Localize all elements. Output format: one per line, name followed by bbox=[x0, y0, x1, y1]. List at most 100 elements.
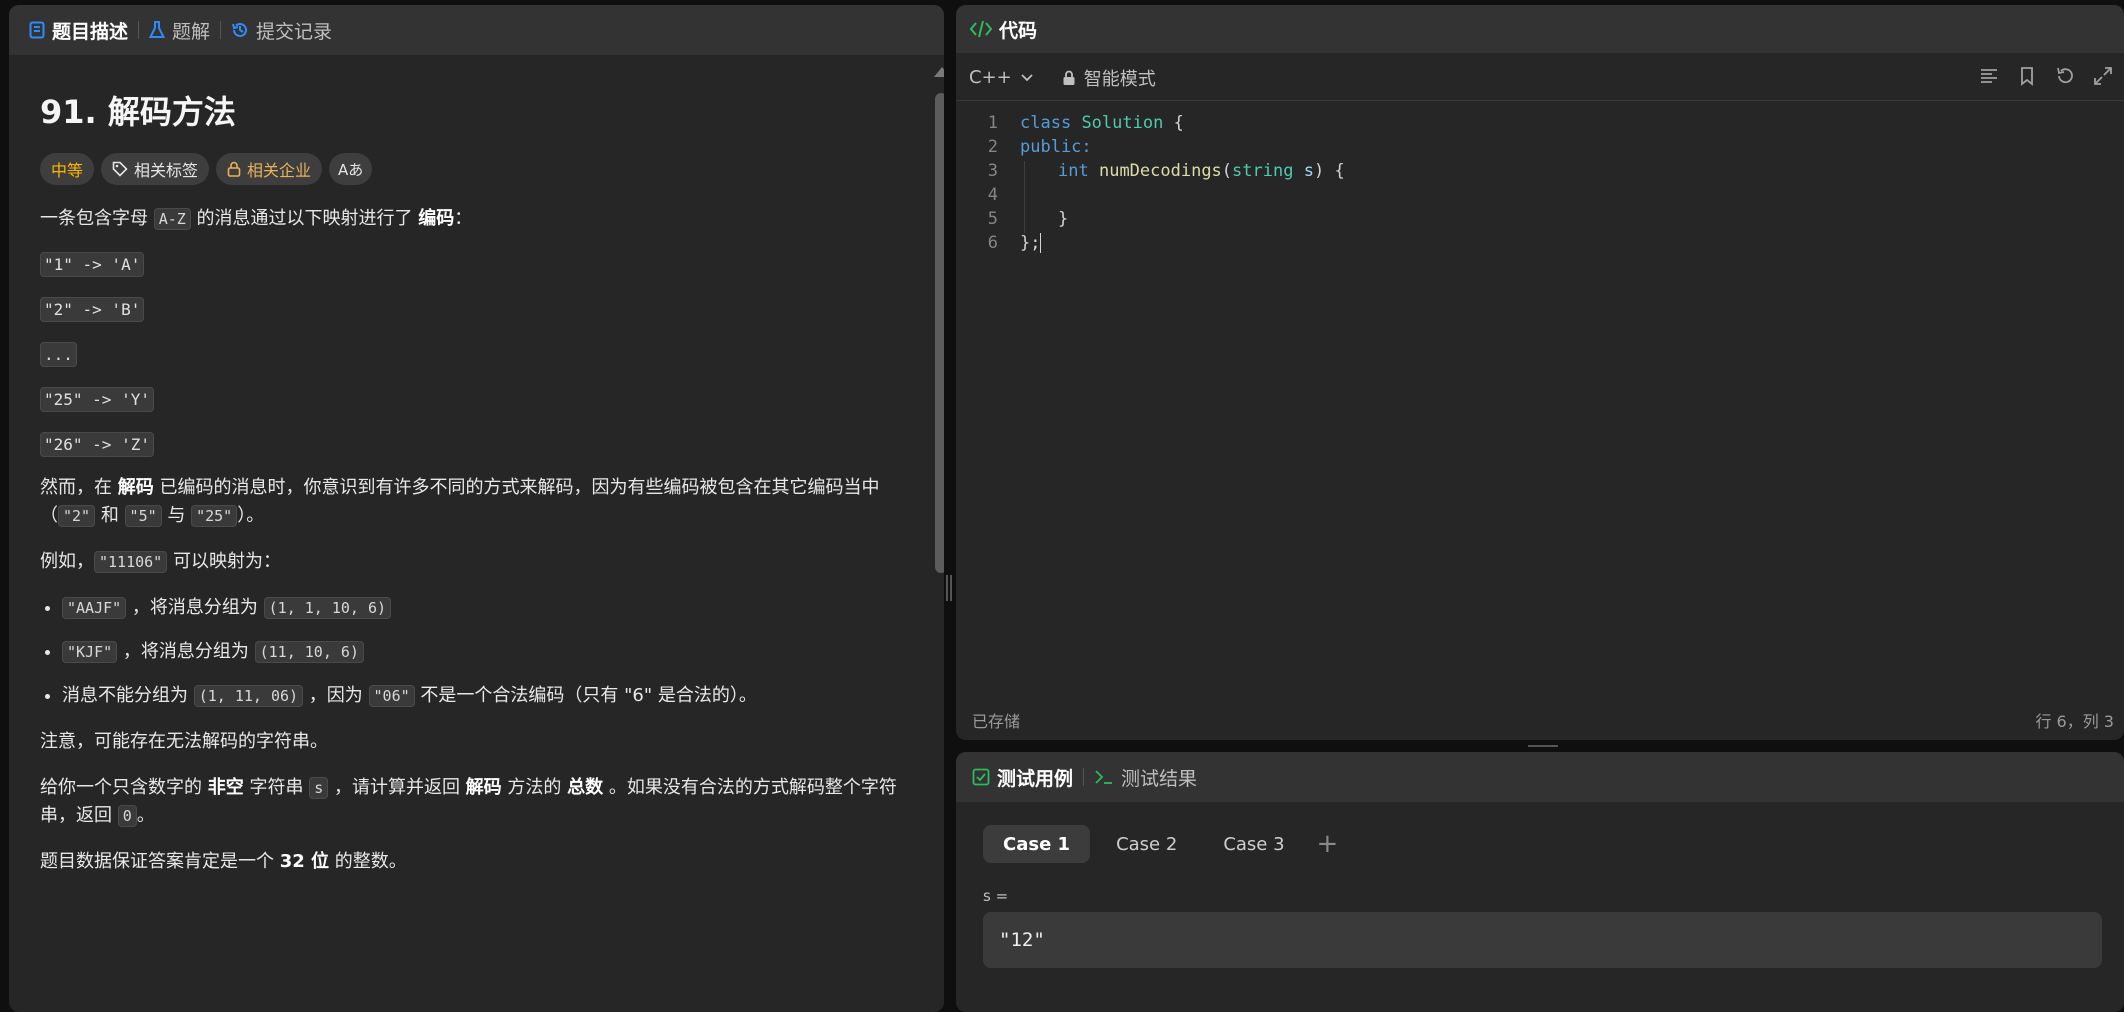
bold-text: 编码 bbox=[418, 208, 455, 229]
keyword: public: bbox=[1020, 137, 1092, 157]
description-tabbar: 题目描述 题解 提交记录 bbox=[9, 5, 944, 55]
tag-icon bbox=[112, 161, 128, 177]
checkbox-icon bbox=[972, 768, 990, 786]
text: 方法的 bbox=[501, 777, 568, 798]
text: 的整数。 bbox=[329, 851, 407, 872]
code-line: class Solution { bbox=[1020, 113, 1184, 133]
mapping-line: "25" -> 'Y' bbox=[40, 387, 913, 412]
problem-title: 91. 解码方法 bbox=[40, 93, 236, 131]
list-item: "AAJF" ，将消息分组为 (1, 1, 10, 6) bbox=[62, 594, 913, 622]
text: 可以映射为： bbox=[167, 551, 281, 572]
tab-submissions[interactable]: 提交记录 bbox=[221, 5, 342, 55]
bookmark-icon[interactable] bbox=[2016, 65, 2038, 87]
language-select[interactable]: C++ bbox=[956, 67, 1034, 88]
text: 的消息通过以下映射进行了 bbox=[190, 208, 419, 229]
text: 给你一个只含数字的 bbox=[40, 777, 208, 798]
text: 题目数据保证答案肯定是一个 bbox=[40, 851, 280, 872]
line-number: 5 bbox=[987, 209, 998, 229]
punct: { bbox=[1163, 113, 1184, 133]
editor-toolbar: C++ 智能模式 bbox=[956, 55, 2124, 101]
inline-code: (1, 1, 10, 6) bbox=[263, 597, 392, 619]
tab-test-results-label: 测试结果 bbox=[1121, 767, 1198, 790]
tab-testcases[interactable]: 测试用例 bbox=[956, 752, 1083, 802]
mapping-code: "2" -> 'B' bbox=[40, 297, 145, 322]
text: ： bbox=[454, 208, 473, 229]
code-panel: 代码 C++ 智能模式 1 2 3 4 5 6 class Solution {… bbox=[956, 5, 2124, 740]
editor-tools bbox=[1978, 65, 2114, 87]
case-tab[interactable]: Case 2 bbox=[1096, 825, 1197, 863]
document-icon bbox=[29, 21, 45, 39]
tab-testcases-label: 测试用例 bbox=[997, 767, 1074, 790]
line-number: 6 bbox=[987, 233, 998, 253]
problem-content: 91. 解码方法 中等 相关标签 相关企业 Aあ 一条包含字母 A-Z 的消息通… bbox=[33, 55, 913, 894]
text: 。 bbox=[136, 805, 155, 826]
example-list: "AAJF" ，将消息分组为 (1, 1, 10, 6) "KJF" ，将消息分… bbox=[40, 594, 913, 710]
code-editor[interactable]: 1 2 3 4 5 6 class Solution { public: int… bbox=[956, 105, 2124, 700]
punct: ) { bbox=[1313, 161, 1345, 181]
code-line: }; bbox=[1020, 233, 1042, 253]
expand-icon[interactable] bbox=[2092, 65, 2114, 87]
mapping-line: ... bbox=[40, 342, 913, 367]
code-icon bbox=[970, 20, 992, 38]
tab-code-label: 代码 bbox=[999, 19, 1038, 42]
tab-code[interactable]: 代码 bbox=[956, 5, 1047, 53]
decode-paragraph: 然而，在 解码 已编码的消息时，你意识到有许多不同的方式来解码，因为有些编码被包… bbox=[40, 474, 913, 530]
tab-test-results[interactable]: 测试结果 bbox=[1084, 752, 1207, 802]
mapping-code: ... bbox=[40, 342, 77, 367]
testcase-panel: 测试用例 测试结果 Case 1 Case 2 Case 3 + s = "12… bbox=[956, 752, 2124, 1012]
scroll-up-arrow[interactable] bbox=[934, 67, 944, 77]
text: 不是一个合法编码（只有 "6" 是合法的）。 bbox=[414, 685, 757, 706]
task-paragraph: 给你一个只含数字的 非空 字符串 s ，请计算并返回 解码 方法的 总数 。如果… bbox=[40, 774, 913, 830]
variable-input[interactable]: "12" bbox=[983, 912, 2102, 968]
punct: }; bbox=[1020, 233, 1041, 253]
language-label: C++ bbox=[969, 67, 1012, 88]
terminal-icon bbox=[1094, 768, 1114, 786]
flask-icon bbox=[149, 21, 166, 39]
function-name: numDecodings bbox=[1098, 161, 1222, 181]
tab-solutions[interactable]: 题解 bbox=[139, 5, 220, 55]
case-tab[interactable]: Case 3 bbox=[1203, 825, 1304, 863]
tab-description[interactable]: 题目描述 bbox=[9, 5, 138, 55]
indent-guide bbox=[1024, 161, 1025, 233]
history-icon bbox=[231, 21, 249, 39]
inline-code: "11106" bbox=[94, 551, 168, 573]
saved-status: 已存储 bbox=[972, 712, 1021, 731]
horizontal-resize-handle[interactable] bbox=[1528, 745, 1558, 747]
difficulty-badge[interactable]: 中等 bbox=[40, 153, 95, 185]
line-number: 2 bbox=[987, 137, 998, 157]
related-tags-label: 相关标签 bbox=[134, 161, 199, 180]
text: ，请计算并返回 bbox=[328, 777, 466, 798]
description-panel: 题目描述 题解 提交记录 91. 解码方法 中等 相关标签 相关企业 Aあ 一条… bbox=[9, 5, 944, 1012]
code-line: int numDecodings(string s) { bbox=[1058, 161, 1345, 181]
case-tab[interactable]: Case 1 bbox=[983, 825, 1091, 863]
inline-code: "KJF" bbox=[62, 641, 118, 663]
related-companies-button[interactable]: 相关企业 bbox=[216, 153, 323, 185]
example-paragraph: 例如， "11106" 可以映射为： bbox=[40, 548, 913, 576]
punct: } bbox=[1058, 209, 1069, 229]
tab-submissions-label: 提交记录 bbox=[256, 20, 333, 43]
add-case-icon[interactable]: + bbox=[1311, 825, 1345, 863]
smart-mode-toggle[interactable]: 智能模式 bbox=[1062, 65, 1156, 91]
inline-code: 0 bbox=[117, 805, 137, 827]
scrollbar-thumb[interactable] bbox=[935, 93, 944, 573]
mapping-code: "1" -> 'A' bbox=[40, 252, 145, 277]
text: 消息不能分组为 bbox=[62, 685, 194, 706]
mapping-line: "1" -> 'A' bbox=[40, 252, 913, 277]
format-icon[interactable] bbox=[1978, 65, 2000, 87]
lock-icon bbox=[227, 161, 241, 177]
line-number: 4 bbox=[987, 185, 998, 205]
list-item: 消息不能分组为 (1, 11, 06) ，因为 "06" 不是一个合法编码（只有… bbox=[62, 682, 913, 710]
problem-pills: 中等 相关标签 相关企业 Aあ bbox=[40, 153, 913, 185]
text: ，因为 bbox=[303, 685, 369, 706]
variable-label: s = bbox=[983, 887, 1009, 905]
inline-code: "2" bbox=[58, 505, 96, 527]
text: 字符串 bbox=[243, 777, 310, 798]
inline-code: "AAJF" bbox=[62, 597, 127, 619]
inline-code: "25" bbox=[191, 505, 238, 527]
related-tags-button[interactable]: 相关标签 bbox=[101, 153, 210, 185]
vertical-resize-handle[interactable] bbox=[946, 575, 952, 601]
code-line: } bbox=[1058, 209, 1068, 229]
translate-button[interactable]: Aあ bbox=[329, 153, 373, 185]
reset-icon[interactable] bbox=[2054, 65, 2076, 87]
inline-code: (1, 11, 06) bbox=[193, 685, 304, 707]
